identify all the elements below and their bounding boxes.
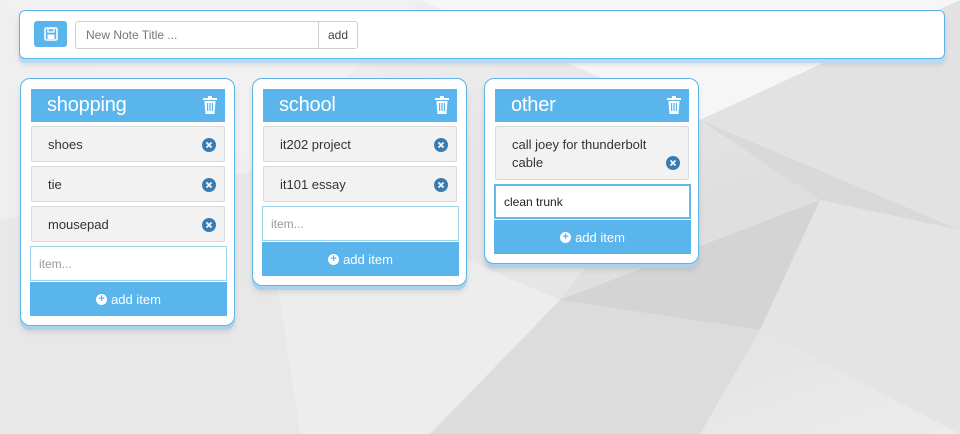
add-item-button[interactable]: + add item: [494, 220, 691, 254]
plus-circle-icon: +: [560, 231, 572, 243]
trash-icon[interactable]: [203, 96, 217, 114]
plus-circle-icon: +: [96, 293, 108, 305]
trash-icon[interactable]: [435, 96, 449, 114]
note-header: other: [495, 89, 689, 122]
list-item: mousepad: [31, 206, 225, 242]
note-card-other: other call joey for thunderbolt cable + …: [484, 78, 699, 264]
note-title: shopping: [47, 94, 127, 116]
save-button[interactable]: [34, 21, 67, 47]
note-title-input[interactable]: [75, 21, 319, 49]
add-note-button[interactable]: add: [318, 21, 358, 49]
item-label: mousepad: [48, 216, 109, 232]
new-item-input[interactable]: [262, 206, 459, 241]
remove-item-icon[interactable]: [434, 138, 448, 152]
remove-item-icon[interactable]: [202, 138, 216, 152]
remove-item-icon[interactable]: [202, 178, 216, 192]
remove-item-icon[interactable]: [434, 178, 448, 192]
item-label: it202 project: [280, 136, 351, 152]
note-title: school: [279, 94, 336, 116]
remove-item-icon[interactable]: [666, 156, 680, 170]
note-card-shopping: shopping shoes tie mousepad + add item: [20, 78, 235, 326]
plus-circle-icon: +: [328, 253, 340, 265]
add-item-label: add item: [575, 229, 625, 245]
item-label: tie: [48, 176, 62, 192]
add-item-button[interactable]: + add item: [262, 242, 459, 276]
floppy-disk-icon: [43, 27, 58, 41]
note-header: school: [263, 89, 457, 122]
list-item: call joey for thunderbolt cable: [495, 126, 689, 180]
new-item-input[interactable]: [30, 246, 227, 281]
trash-icon[interactable]: [667, 96, 681, 114]
note-title: other: [511, 94, 556, 116]
item-label: it101 essay: [280, 176, 346, 192]
list-item: shoes: [31, 126, 225, 162]
new-item-input[interactable]: [494, 184, 691, 219]
remove-item-icon[interactable]: [202, 218, 216, 232]
add-item-label: add item: [111, 291, 161, 307]
item-label: shoes: [48, 136, 83, 152]
item-label: call joey for thunderbolt cable: [512, 137, 647, 170]
new-note-toolbar: add: [19, 10, 945, 59]
list-item: tie: [31, 166, 225, 202]
note-header: shopping: [31, 89, 225, 122]
note-card-school: school it202 project it101 essay + add i…: [252, 78, 467, 286]
list-item: it101 essay: [263, 166, 457, 202]
list-item: it202 project: [263, 126, 457, 162]
add-item-button[interactable]: + add item: [30, 282, 227, 316]
add-item-label: add item: [343, 251, 393, 267]
